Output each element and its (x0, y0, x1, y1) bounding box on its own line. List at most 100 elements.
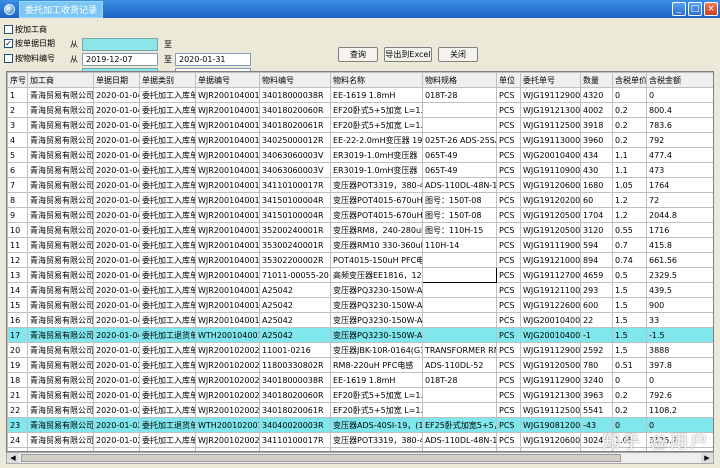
table-cell[interactable]: ER3019-1.0mH变压器 (330, 162, 423, 178)
table-cell[interactable]: 委托加工入库单 (139, 267, 196, 283)
table-cell[interactable]: WJG191211001 (520, 282, 581, 298)
table-cell[interactable]: A25042 (259, 327, 331, 343)
table-row[interactable]: 12 青海贸易有限公司 2020-01-04 委托加工入库单 WJR200104001 3… (7, 252, 713, 268)
table-cell[interactable]: 1108.2 (646, 402, 713, 418)
table-cell[interactable]: WJG200104002 (520, 147, 581, 163)
table-cell[interactable]: 青海贸易有限公司 (27, 132, 94, 148)
table-cell[interactable]: 1.5 (612, 282, 647, 298)
table-cell[interactable]: 2020-01-02 (93, 357, 140, 373)
table-cell[interactable]: PCS (496, 312, 521, 328)
table-cell[interactable]: 025T-26 ADS-25SA-1 (422, 132, 497, 148)
table-cell[interactable]: 3960 (580, 132, 613, 148)
table-cell[interactable]: 青海贸易有限公司 (27, 252, 94, 268)
column-header[interactable]: 序号 (7, 72, 28, 88)
table-cell[interactable]: 委托加工退货单 (139, 327, 196, 343)
table-cell[interactable]: 变压器PQ3230-150W-A-V1 (330, 297, 423, 313)
table-cell[interactable]: 3240 (580, 372, 613, 388)
table-row[interactable]: 11 青海贸易有限公司 2020-01-04 委托加工入库单 WJR200104001 3… (7, 237, 713, 253)
table-cell[interactable]: 2020-01-02 (93, 372, 140, 388)
table-cell[interactable]: EF25卧式加宽5+5，L (422, 417, 497, 433)
table-cell[interactable]: 0.2 (612, 402, 647, 418)
table-cell[interactable]: WJR200102002 (195, 387, 260, 403)
table-cell[interactable]: 0 (612, 87, 647, 103)
table-cell[interactable]: 22 (580, 312, 613, 328)
table-row[interactable]: 13 青海贸易有限公司 2020-01-04 委托加工入库单 WJR200104001 7… (7, 267, 713, 283)
table-row[interactable]: 22 青海贸易有限公司 2020-01-02 委托加工入库单 WJR200102002 3… (7, 402, 713, 418)
table-cell[interactable]: 2020-01-04 (93, 87, 140, 103)
table-cell[interactable]: PCS (496, 402, 521, 418)
table-cell[interactable]: 青海贸易有限公司 (27, 327, 94, 343)
table-cell[interactable]: WJG200104001 (520, 312, 581, 328)
table-row[interactable]: 2 青海贸易有限公司 2020-01-04 委托加工入库单 WJR200104001 34… (7, 102, 713, 118)
table-cell[interactable]: 0.51 (612, 357, 647, 373)
table-cell[interactable]: 6 (7, 162, 28, 178)
table-cell[interactable]: 7 (7, 177, 28, 193)
table-cell[interactable]: 477.4 (646, 147, 713, 163)
table-cell[interactable]: 青海贸易有限公司 (27, 417, 94, 433)
table-cell[interactable]: WJR200104001 (195, 297, 260, 313)
table-cell[interactable]: 1.5 (612, 312, 647, 328)
table-cell[interactable]: 24 (7, 432, 28, 448)
table-cell[interactable]: WJR200104001 (195, 252, 260, 268)
table-cell[interactable]: 0.55 (612, 222, 647, 238)
column-header[interactable]: 物料规格 (422, 72, 497, 88)
table-cell[interactable]: EF20卧式5+5加宽 L=1.8mH (330, 117, 423, 133)
table-cell[interactable]: -1.5 (646, 327, 713, 343)
table-cell[interactable]: PCS (496, 297, 521, 313)
table-cell[interactable]: WJR200102002 (195, 342, 260, 358)
table-cell[interactable]: 变压器POT3319，380-410uH (330, 177, 423, 193)
table-cell[interactable]: 792.6 (646, 387, 713, 403)
table-cell[interactable]: 900 (646, 297, 713, 313)
table-cell[interactable]: 0.5 (612, 267, 647, 283)
table-cell[interactable]: 2592 (580, 342, 613, 358)
table-cell[interactable]: 600 (580, 297, 613, 313)
material-checkbox[interactable] (4, 53, 13, 63)
table-cell[interactable]: 60 (580, 192, 613, 208)
column-header[interactable]: 单据日期 (93, 72, 140, 88)
table-row[interactable]: 1 青海贸易有限公司 2020-01-04 委托加工入库单 WJR200104001 34… (7, 87, 713, 103)
table-cell[interactable]: 2020-01-04 (93, 207, 140, 223)
table-cell[interactable]: 2044.8 (646, 207, 713, 223)
table-cell[interactable]: 15 (7, 297, 28, 313)
table-cell[interactable]: 18 (7, 372, 28, 388)
table-cell[interactable]: 110H-14 (422, 237, 497, 253)
table-row[interactable]: 14 青海贸易有限公司 2020-01-04 委托加工入库单 WJR200104001 A… (7, 282, 713, 298)
table-cell[interactable]: WJR200104001 (195, 207, 260, 223)
table-cell[interactable]: 1 (7, 87, 28, 103)
table-cell[interactable]: 34018000038R (259, 372, 331, 388)
column-header[interactable]: 单据编号 (195, 72, 260, 88)
table-cell[interactable]: 2020-01-04 (93, 297, 140, 313)
table-cell[interactable]: WJG191125002 (520, 117, 581, 133)
table-cell[interactable]: 065T-49 (422, 162, 497, 178)
table-cell[interactable]: PCS (496, 162, 521, 178)
table-cell[interactable]: 青海贸易有限公司 (27, 282, 94, 298)
table-cell[interactable]: 青海贸易有限公司 (27, 117, 94, 133)
table-cell[interactable]: WJR200104001 (195, 312, 260, 328)
table-cell[interactable]: 委托加工入库单 (139, 432, 196, 448)
table-cell[interactable]: 1.5 (612, 297, 647, 313)
table-cell[interactable]: 33 (646, 312, 713, 328)
table-cell[interactable]: 委托加工入库单 (139, 387, 196, 403)
table-cell[interactable]: 34063060003V (259, 162, 331, 178)
table-cell[interactable]: 34025000012R (259, 132, 331, 148)
table-cell[interactable]: WJG191109003 (520, 162, 581, 178)
table-cell[interactable]: 0.2 (612, 117, 647, 133)
table-cell[interactable]: 018T-28 (422, 87, 497, 103)
table-cell[interactable]: 2020-01-02 (93, 432, 140, 448)
table-cell[interactable]: 委托加工入库单 (139, 237, 196, 253)
table-cell[interactable] (422, 267, 497, 283)
table-cell[interactable]: 018T-28 (422, 372, 497, 388)
table-cell[interactable]: 3120 (580, 222, 613, 238)
table-cell[interactable]: WJR200104001 (195, 237, 260, 253)
table-cell[interactable]: 35300240001R (259, 237, 331, 253)
table-cell[interactable]: 11800330802R (259, 357, 331, 373)
table-cell[interactable]: 2020-01-04 (93, 222, 140, 238)
column-header[interactable]: 加工商 (27, 72, 94, 88)
table-cell[interactable] (422, 297, 497, 313)
table-cell[interactable]: WJG191127001 (520, 267, 581, 283)
table-cell[interactable]: PCS (496, 237, 521, 253)
table-cell[interactable]: 2020-01-04 (93, 267, 140, 283)
table-cell[interactable]: 1704 (580, 207, 613, 223)
scroll-right-icon[interactable]: ▶ (701, 453, 713, 463)
export-excel-button[interactable]: 导出到Excel (384, 47, 432, 62)
